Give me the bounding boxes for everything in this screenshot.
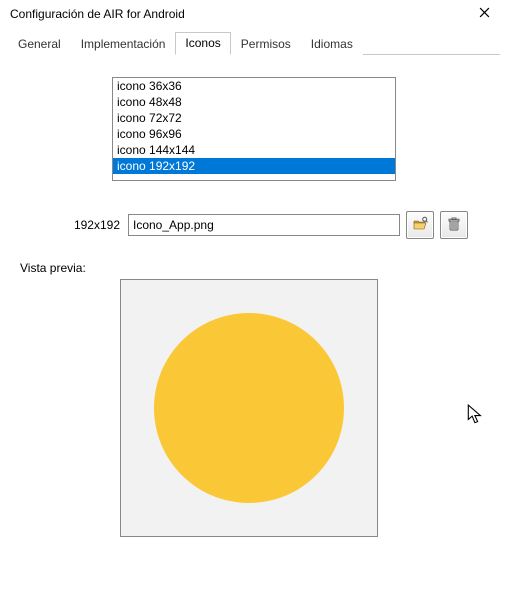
list-item[interactable]: icono 36x36 [113,78,395,94]
tab-label: General [18,37,61,51]
close-icon [479,7,490,21]
tab-permisos[interactable]: Permisos [231,33,301,55]
tab-panel-iconos: icono 36x36 icono 48x48 icono 72x72 icon… [0,55,508,547]
tab-iconos[interactable]: Iconos [175,32,230,55]
icon-size-listbox[interactable]: icono 36x36 icono 48x48 icono 72x72 icon… [112,77,396,181]
preview-box [120,279,378,537]
list-item[interactable]: icono 48x48 [113,94,395,110]
tab-implementacion[interactable]: Implementación [71,33,176,55]
list-item[interactable]: icono 72x72 [113,110,395,126]
tab-label: Idiomas [311,37,353,51]
list-item-label: icono 144x144 [117,143,195,157]
list-item-label: icono 192x192 [117,159,195,173]
list-item[interactable]: icono 192x192 [113,158,395,174]
trash-icon [446,216,462,235]
list-item-label: icono 96x96 [117,127,182,141]
tab-label: Implementación [81,37,166,51]
tab-idiomas[interactable]: Idiomas [301,33,363,55]
list-item-label: icono 72x72 [117,111,182,125]
icon-path-input[interactable] [128,214,400,236]
tab-general[interactable]: General [8,33,71,55]
list-item-label: icono 48x48 [117,95,182,109]
delete-button[interactable] [440,211,468,239]
size-label: 192x192 [20,218,128,232]
preview-image [154,313,344,503]
tab-label: Iconos [185,36,220,50]
list-item-label: icono 36x36 [117,79,182,93]
window-title: Configuración de AIR for Android [10,7,185,21]
titlebar: Configuración de AIR for Android [0,0,508,28]
tab-strip: General Implementación Iconos Permisos I… [8,32,500,55]
tab-label: Permisos [241,37,291,51]
list-item[interactable]: icono 144x144 [113,142,395,158]
preview-label: Vista previa: [20,261,488,275]
dialog-window: Configuración de AIR for Android General… [0,0,508,596]
folder-open-icon [412,216,428,235]
browse-button[interactable] [406,211,434,239]
close-button[interactable] [468,2,500,26]
icon-path-row: 192x192 [20,211,488,239]
list-item[interactable]: icono 96x96 [113,126,395,142]
